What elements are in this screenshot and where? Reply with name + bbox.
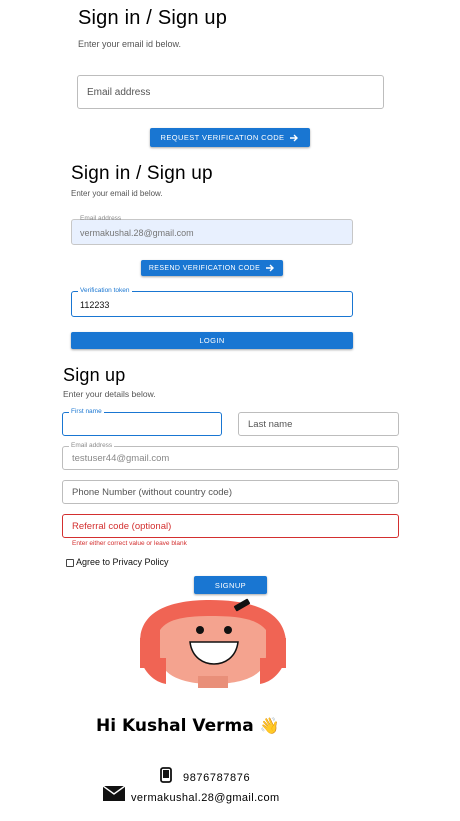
mobile-phone-icon bbox=[160, 767, 172, 783]
waving-hand-icon: 👋 bbox=[259, 716, 280, 735]
first-name-input[interactable]: First name bbox=[62, 408, 222, 436]
privacy-label: Agree to Privacy Policy bbox=[76, 557, 169, 567]
referral-code-input[interactable]: Referral code (optional) bbox=[62, 514, 399, 538]
signin-subtitle-2: Enter your email id below. bbox=[71, 189, 163, 198]
arrow-right-icon bbox=[290, 134, 299, 141]
referral-helper-text: Enter either correct value or leave blan… bbox=[72, 540, 187, 547]
signin-title: Sign in / Sign up bbox=[78, 7, 228, 29]
phone-number-input[interactable]: Phone Number (without country code) bbox=[62, 480, 399, 504]
first-name-float-label: First name bbox=[69, 408, 104, 415]
signup-button[interactable]: SIGNUP bbox=[194, 576, 267, 594]
profile-email: vermakushal.28@gmail.com bbox=[131, 792, 280, 804]
request-verification-code-button[interactable]: REQUEST VERIFICATION CODE bbox=[150, 128, 310, 147]
profile-greeting-row: Hi Kushal Verma 👋 bbox=[96, 716, 280, 736]
profile-phone: 9876787876 bbox=[183, 772, 251, 784]
email-input[interactable]: Email address bbox=[77, 75, 384, 109]
signup-email-value: testuser44@gmail.com bbox=[72, 453, 170, 464]
email-placeholder: Email address bbox=[87, 87, 151, 98]
resend-verification-label: RESEND VERIFICATION CODE bbox=[148, 264, 261, 272]
signup-label: SIGNUP bbox=[214, 580, 247, 590]
arrow-right-icon bbox=[266, 264, 275, 272]
last-name-placeholder: Last name bbox=[248, 419, 293, 430]
referral-placeholder: Referral code (optional) bbox=[72, 521, 172, 532]
avatar-illustration bbox=[140, 598, 286, 688]
signin-title-2: Sign in / Sign up bbox=[71, 163, 213, 184]
signup-email-float-label: Email address bbox=[69, 442, 115, 449]
signup-title: Sign up bbox=[63, 365, 126, 385]
email-float-label: Email address bbox=[80, 215, 122, 222]
login-label: LOGIN bbox=[199, 336, 225, 345]
phone-placeholder: Phone Number (without country code) bbox=[72, 487, 232, 498]
email-field-disabled[interactable]: Email address vermakushal.28@gmail.com bbox=[71, 215, 353, 245]
request-verification-label: REQUEST VERIFICATION CODE bbox=[160, 133, 285, 142]
signup-subtitle: Enter your details below. bbox=[63, 389, 156, 399]
token-value: 112233 bbox=[80, 300, 110, 310]
greeting-text: Hi Kushal Verma bbox=[96, 716, 254, 736]
login-button[interactable]: LOGIN bbox=[71, 332, 353, 349]
last-name-input[interactable]: Last name bbox=[238, 412, 399, 436]
verification-token-input[interactable]: Verification token 112233 bbox=[71, 287, 353, 317]
privacy-checkbox[interactable] bbox=[66, 559, 74, 567]
signin-subtitle: Enter your email id below. bbox=[78, 39, 182, 49]
signup-email-field[interactable]: Email address testuser44@gmail.com bbox=[62, 442, 399, 470]
token-float-label: Verification token bbox=[78, 287, 132, 294]
resend-verification-code-button[interactable]: RESEND VERIFICATION CODE bbox=[141, 260, 283, 276]
email-value: vermakushal.28@gmail.com bbox=[80, 228, 194, 238]
envelope-icon bbox=[103, 786, 125, 801]
